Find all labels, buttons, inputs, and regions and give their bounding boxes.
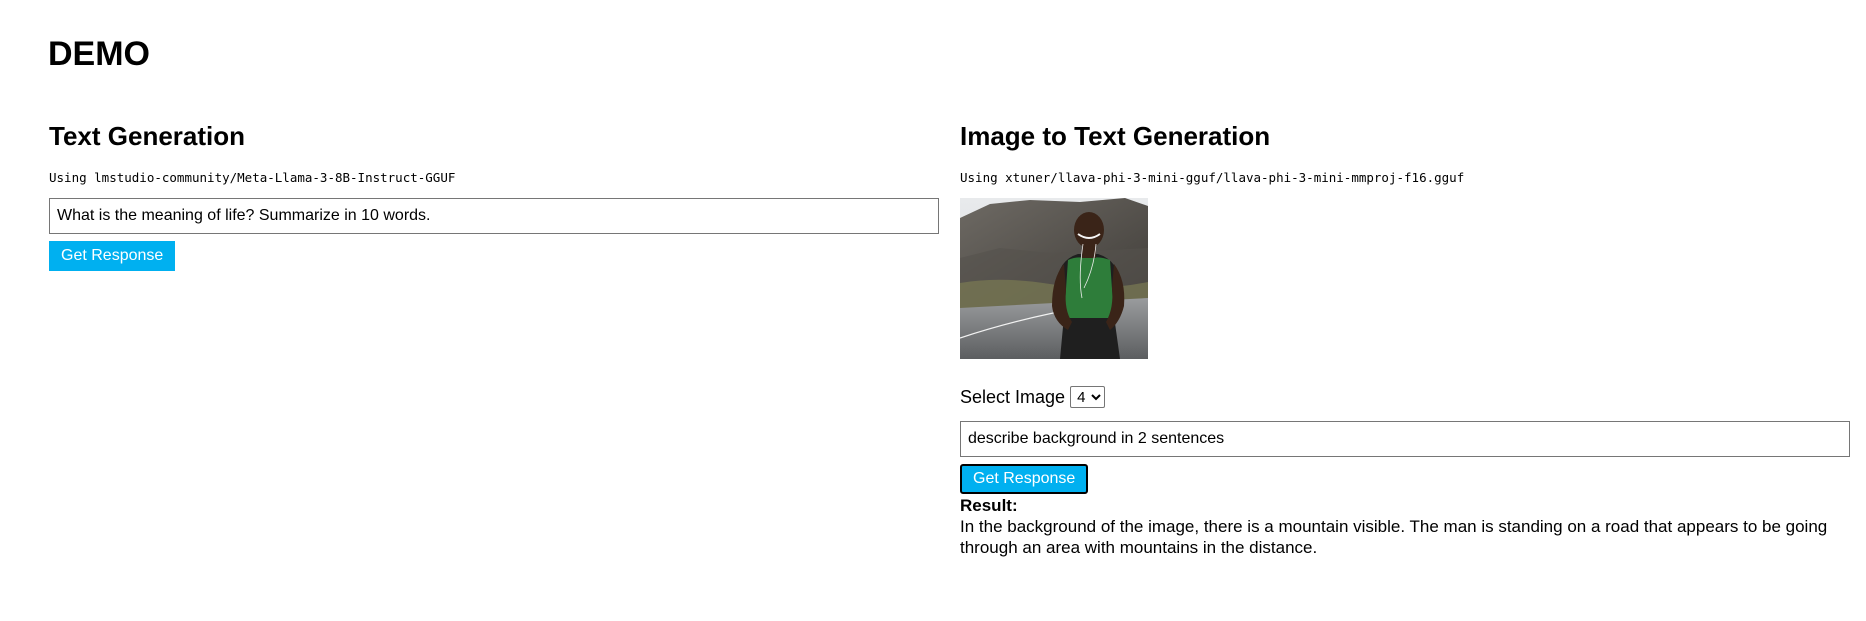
image-select-row: Select Image 4 (960, 385, 1850, 409)
result-label: Result: (960, 496, 1018, 515)
text-prompt-input[interactable] (49, 198, 939, 234)
preview-image (960, 198, 1148, 359)
text-generation-title: Text Generation (49, 121, 246, 151)
text-get-response-button[interactable]: Get Response (49, 241, 176, 271)
text-model-info: Using lmstudio-community/Meta-Llama-3-8B… (49, 170, 456, 185)
image-model-info: Using xtuner/llava-phi-3-mini-gguf/llava… (960, 170, 1465, 185)
image-get-response-button[interactable]: Get Response (960, 464, 1089, 494)
image-to-text-section: Image to Text Generation Using xtuner/ll… (960, 118, 1850, 558)
select-image-label: Select Image (960, 386, 1066, 407)
page: DEMO Text Generation Using lmstudio-comm… (0, 0, 1866, 621)
image-to-text-title: Image to Text Generation (960, 121, 1271, 151)
result-text: In the background of the image, there is… (960, 517, 1828, 557)
image-prompt-input[interactable] (960, 421, 1850, 457)
image-select[interactable]: 4 (1070, 386, 1106, 408)
page-title: DEMO (48, 35, 150, 73)
text-generation-section: Text Generation Using lmstudio-community… (49, 118, 939, 271)
